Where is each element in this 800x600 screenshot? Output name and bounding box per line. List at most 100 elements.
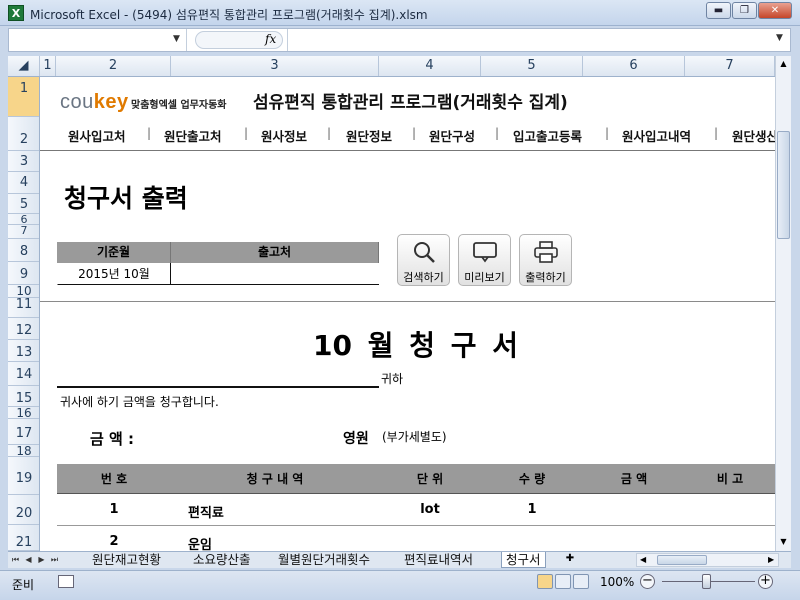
vertical-scroll-thumb[interactable] (777, 131, 790, 239)
column-header[interactable]: 6 (583, 56, 685, 76)
column-header[interactable]: 2 (56, 56, 171, 76)
row-header[interactable]: 7 (8, 225, 39, 239)
row-header[interactable]: 15 (8, 386, 39, 407)
sheet-tab[interactable]: 소요량산출 (189, 552, 255, 568)
nav-separator: | (714, 126, 719, 140)
zoom-level[interactable]: 100% (600, 575, 634, 589)
search-button[interactable]: 검색하기 (397, 234, 450, 286)
row-header[interactable]: 13 (8, 340, 39, 362)
nav-link-yarn-supplier[interactable]: 원사입고처 (68, 126, 126, 145)
table-header-remark: 비 고 (716, 472, 744, 486)
nav-link-inout-register[interactable]: 입고출고등록 (513, 126, 582, 145)
prev-sheet-icon[interactable]: ◀ (23, 552, 34, 568)
nav-separator: | (147, 126, 152, 140)
insert-sheet-icon[interactable]: ✚ (561, 553, 579, 567)
sheet-tab[interactable]: 원단재고현황 (88, 552, 165, 568)
row-header[interactable]: 11 (8, 298, 39, 318)
window-title: Microsoft Excel - (5494) 섬유편직 통합관리 프로그램(… (30, 8, 428, 22)
nav-link-fabric-production[interactable]: 원단생산 (732, 126, 775, 145)
preview-button[interactable]: 미리보기 (458, 234, 511, 286)
formula-bar: ▼ fx ▼ (8, 28, 791, 52)
zoom-out-icon[interactable]: − (640, 574, 655, 589)
row-header[interactable]: 17 (8, 419, 39, 445)
zoom-slider-thumb[interactable] (702, 574, 711, 589)
nav-link-fabric-customer[interactable]: 원단출고처 (164, 126, 222, 145)
first-sheet-icon[interactable]: ⏮ (10, 552, 21, 568)
title-bar: X Microsoft Excel - (5494) 섬유편직 통합관리 프로그… (0, 0, 800, 26)
close-icon[interactable]: ✕ (758, 2, 792, 19)
nav-link-yarn-info[interactable]: 원사정보 (261, 126, 307, 145)
search-icon (414, 242, 435, 263)
row-header[interactable]: 5 (8, 194, 39, 214)
nav-link-fabric-info[interactable]: 원단정보 (346, 126, 392, 145)
restore-icon[interactable]: ❐ (732, 2, 757, 19)
row-header[interactable]: 2 (8, 117, 39, 151)
scroll-left-icon[interactable]: ◀ (640, 554, 646, 566)
row-header[interactable]: 1 (8, 77, 39, 117)
scroll-up-icon[interactable]: ▲ (776, 56, 791, 72)
sheet-tab-active[interactable]: 청구서 (501, 552, 546, 568)
table-cell-number[interactable]: 2 (57, 534, 171, 549)
sheet-tab[interactable]: 편직료내역서 (400, 552, 477, 568)
insert-function-icon[interactable]: fx (265, 32, 276, 46)
table-cell-number[interactable]: 1 (57, 502, 171, 517)
column-header[interactable]: 5 (481, 56, 583, 76)
nav-separator: | (412, 126, 417, 140)
excel-app-icon[interactable]: X (8, 5, 24, 21)
select-all-corner[interactable]: ◢ (8, 56, 40, 76)
table-cell-item[interactable]: 운임 (188, 534, 212, 551)
column-header[interactable]: 7 (685, 56, 775, 76)
horizontal-scrollbar[interactable]: ◀ ▶ (636, 553, 779, 567)
nav-link-yarn-receipts[interactable]: 원사입고내역 (622, 126, 691, 145)
table-header-qty: 수 량 (518, 472, 546, 486)
scroll-right-icon[interactable]: ▶ (768, 554, 774, 566)
formula-input[interactable] (287, 29, 772, 51)
row-header[interactable]: 14 (8, 362, 39, 386)
nav-link-fabric-composition[interactable]: 원단구성 (429, 126, 475, 145)
row-header[interactable]: 18 (8, 445, 39, 457)
row-header[interactable]: 20 (8, 495, 39, 525)
row-header[interactable]: 3 (8, 151, 39, 172)
column-header[interactable]: 1 (40, 56, 56, 76)
column-header[interactable]: 3 (171, 56, 379, 76)
table-cell-qty[interactable]: 1 (481, 502, 583, 517)
column-header[interactable]: 4 (379, 56, 481, 76)
filter-values-row: 2015년 10월 (57, 263, 379, 285)
sheet-tab[interactable]: 월별원단거래횟수 (274, 552, 374, 568)
table-header-item: 청 구 내 역 (246, 472, 304, 486)
logo-accent: key (93, 91, 129, 113)
page-layout-view-icon[interactable] (555, 574, 571, 589)
zoom-in-icon[interactable]: + (758, 574, 773, 589)
table-cell-item[interactable]: 편직료 (188, 502, 224, 521)
row-header[interactable]: 16 (8, 407, 39, 419)
horizontal-scroll-thumb[interactable] (657, 555, 707, 565)
table-row-divider (57, 525, 775, 526)
normal-view-icon[interactable] (537, 574, 553, 589)
nav-separator: | (244, 126, 249, 140)
destination-filter-value[interactable] (172, 263, 380, 285)
print-button[interactable]: 출력하기 (519, 234, 572, 286)
nav-separator: | (327, 126, 332, 140)
chevron-down-icon[interactable]: ▼ (173, 34, 180, 44)
page-break-view-icon[interactable] (573, 574, 589, 589)
table-header-amount: 금 액 (620, 472, 648, 486)
row-header[interactable]: 4 (8, 172, 39, 194)
name-box[interactable] (9, 29, 187, 51)
worksheet-grid[interactable]: coukey 맞춤형엑셀 업무자동화 섬유편직 통합관리 프로그램(거래횟수 집… (40, 77, 775, 551)
scroll-down-icon[interactable]: ▼ (776, 534, 791, 550)
vertical-scrollbar[interactable]: ▲ ▼ (775, 56, 791, 551)
row-header[interactable]: 9 (8, 262, 39, 285)
minimize-icon[interactable]: ▬ (706, 2, 731, 19)
expand-formula-icon[interactable]: ▼ (776, 33, 783, 43)
row-header[interactable]: 6 (8, 214, 39, 225)
month-filter-value[interactable]: 2015년 10월 (58, 263, 171, 285)
table-cell-unit[interactable]: lot (379, 502, 481, 517)
row-header[interactable]: 21 (8, 525, 39, 551)
row-header[interactable]: 19 (8, 457, 39, 495)
row-header[interactable]: 8 (8, 239, 39, 262)
row-header[interactable]: 10 (8, 285, 39, 298)
next-sheet-icon[interactable]: ▶ (36, 552, 47, 568)
row-header[interactable]: 12 (8, 318, 39, 340)
last-sheet-icon[interactable]: ⏭ (49, 552, 60, 568)
macro-record-icon[interactable] (58, 575, 74, 588)
